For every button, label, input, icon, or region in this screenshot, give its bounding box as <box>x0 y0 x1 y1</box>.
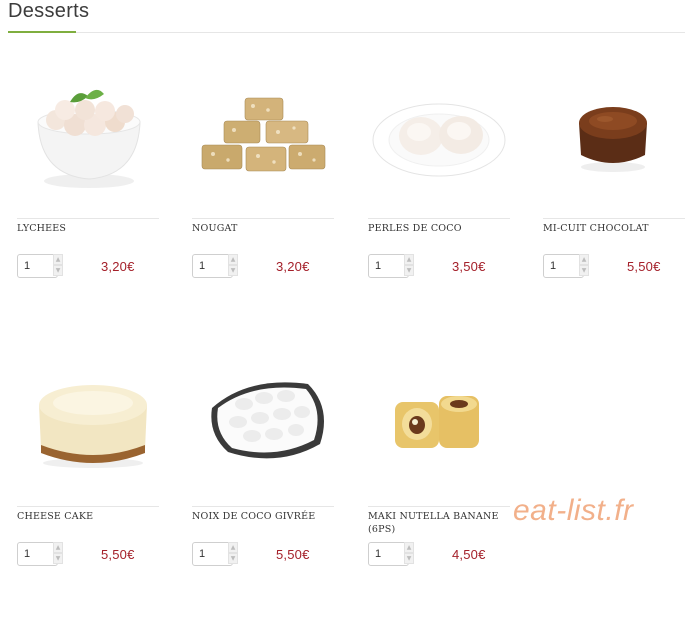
quantity-spin-buttons[interactable]: ▲ ▼ <box>404 542 414 566</box>
product-image-mi-cuit-chocolat[interactable] <box>573 80 653 190</box>
product-name: MI-CUIT CHOCOLAT <box>543 223 649 234</box>
quantity-stepper[interactable]: 1 ▲ ▼ <box>192 254 238 278</box>
decrement-arrow-icon[interactable]: ▼ <box>579 265 589 276</box>
product-name: LYCHEES <box>17 223 67 234</box>
product-divider <box>192 506 334 507</box>
product-image-nougat[interactable] <box>196 80 330 190</box>
increment-arrow-icon[interactable]: ▲ <box>53 254 63 265</box>
increment-arrow-icon[interactable]: ▲ <box>579 254 589 265</box>
product-price: 3,50€ <box>452 259 486 274</box>
product-card-maki-nutella-banane[interactable]: MAKI NUTELLA BANANE (6PS) 1 ▲ ▼ 4,50€ <box>368 368 510 566</box>
quantity-stepper[interactable]: 1 ▲ ▼ <box>192 542 238 566</box>
quantity-spin-buttons[interactable]: ▲ ▼ <box>404 254 414 278</box>
product-image-lychees[interactable] <box>29 80 149 190</box>
decrement-arrow-icon[interactable]: ▼ <box>404 553 414 564</box>
product-divider <box>368 218 510 219</box>
product-card-cheese-cake[interactable]: CHEESE CAKE 1 ▲ ▼ 5,50€ <box>17 368 159 566</box>
quantity-input[interactable]: 1 <box>368 254 409 278</box>
quantity-spin-buttons[interactable]: ▲ ▼ <box>228 254 238 278</box>
product-price: 4,50€ <box>452 547 486 562</box>
product-image-maki-nutella-banane[interactable] <box>382 368 492 478</box>
decrement-arrow-icon[interactable]: ▼ <box>404 265 414 276</box>
quantity-spin-buttons[interactable]: ▲ ▼ <box>53 254 63 278</box>
decrement-arrow-icon[interactable]: ▼ <box>53 265 63 276</box>
increment-arrow-icon[interactable]: ▲ <box>228 542 238 553</box>
product-price: 3,20€ <box>276 259 310 274</box>
product-card-mi-cuit-chocolat[interactable]: MI-CUIT CHOCOLAT 1 ▲ ▼ 5,50€ <box>543 80 685 278</box>
quantity-input[interactable]: 1 <box>192 542 233 566</box>
product-divider <box>17 506 159 507</box>
quantity-stepper[interactable]: 1 ▲ ▼ <box>368 254 414 278</box>
watermark: eat-list.fr <box>513 494 634 527</box>
quantity-spin-buttons[interactable]: ▲ ▼ <box>579 254 589 278</box>
product-divider <box>368 506 510 507</box>
product-divider <box>17 218 159 219</box>
product-price: 3,20€ <box>101 259 135 274</box>
quantity-spin-buttons[interactable]: ▲ ▼ <box>228 542 238 566</box>
product-price: 5,50€ <box>276 547 310 562</box>
decrement-arrow-icon[interactable]: ▼ <box>228 553 238 564</box>
product-card-nougat[interactable]: NOUGAT 1 ▲ ▼ 3,20€ <box>192 80 334 278</box>
quantity-stepper[interactable]: 1 ▲ ▼ <box>17 254 63 278</box>
product-divider <box>192 218 334 219</box>
increment-arrow-icon[interactable]: ▲ <box>53 542 63 553</box>
increment-arrow-icon[interactable]: ▲ <box>228 254 238 265</box>
increment-arrow-icon[interactable]: ▲ <box>404 254 414 265</box>
decrement-arrow-icon[interactable]: ▼ <box>228 265 238 276</box>
title-accent-bar <box>8 31 76 33</box>
quantity-spin-buttons[interactable]: ▲ ▼ <box>53 542 63 566</box>
product-card-lychees[interactable]: LYCHEES 1 ▲ ▼ 3,20€ <box>17 80 159 278</box>
product-card-perles-de-coco[interactable]: PERLES DE COCO 1 ▲ ▼ 3,50€ <box>368 80 510 278</box>
quantity-input[interactable]: 1 <box>17 254 58 278</box>
product-image-cheese-cake[interactable] <box>29 368 157 478</box>
section-title: Desserts <box>8 0 90 22</box>
product-price: 5,50€ <box>627 259 661 274</box>
product-name: PERLES DE COCO <box>368 223 462 234</box>
product-card-noix-de-coco-givree[interactable]: NOIX DE COCO GIVRÉE 1 ▲ ▼ 5,50€ <box>192 368 334 566</box>
product-name: NOUGAT <box>192 223 238 234</box>
product-price: 5,50€ <box>101 547 135 562</box>
product-name: NOIX DE COCO GIVRÉE <box>192 511 316 522</box>
quantity-input[interactable]: 1 <box>543 254 584 278</box>
quantity-stepper[interactable]: 1 ▲ ▼ <box>17 542 63 566</box>
quantity-stepper[interactable]: 1 ▲ ▼ <box>368 542 414 566</box>
product-image-noix-de-coco-givree[interactable] <box>206 368 334 478</box>
title-divider <box>8 32 685 33</box>
quantity-input[interactable]: 1 <box>192 254 233 278</box>
product-image-perles-de-coco[interactable] <box>368 80 510 190</box>
decrement-arrow-icon[interactable]: ▼ <box>53 553 63 564</box>
increment-arrow-icon[interactable]: ▲ <box>404 542 414 553</box>
product-divider <box>543 218 685 219</box>
quantity-input[interactable]: 1 <box>368 542 409 566</box>
quantity-stepper[interactable]: 1 ▲ ▼ <box>543 254 589 278</box>
product-name: MAKI NUTELLA BANANE (6PS) <box>368 511 499 535</box>
product-name: CHEESE CAKE <box>17 511 94 522</box>
quantity-input[interactable]: 1 <box>17 542 58 566</box>
